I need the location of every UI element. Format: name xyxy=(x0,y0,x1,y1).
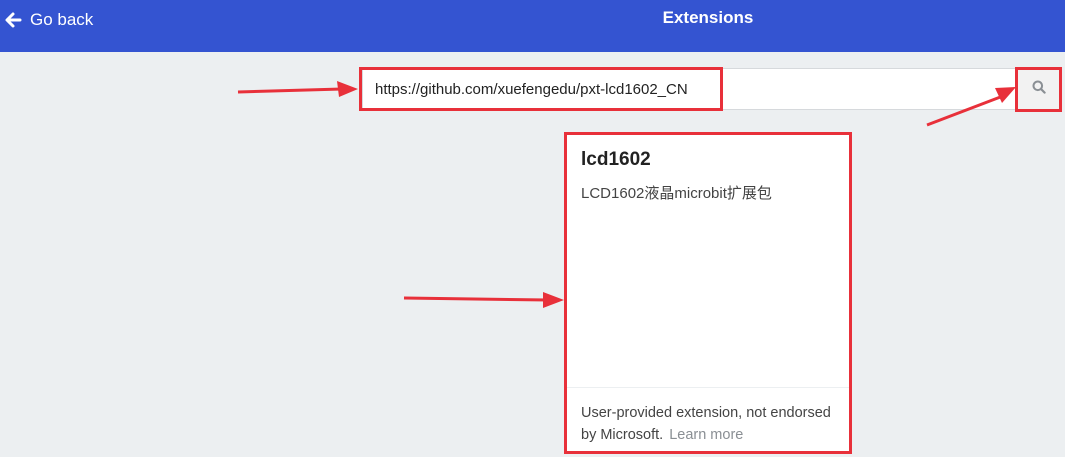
extension-description: LCD1602液晶microbit扩展包 xyxy=(581,185,772,202)
extension-footer: User-provided extension, not endorsed by… xyxy=(567,387,849,452)
go-back-button[interactable]: Go back xyxy=(4,8,93,32)
extension-name: lcd1602 xyxy=(581,149,651,170)
arrow-to-search-input xyxy=(237,81,358,97)
page-title: Extensions xyxy=(662,8,754,27)
search-button[interactable] xyxy=(1017,69,1059,109)
go-back-label: Go back xyxy=(30,10,94,29)
arrow-to-extension-card xyxy=(403,292,564,308)
extension-card[interactable]: lcd1602 LCD1602液晶microbit扩展包 User-provid… xyxy=(567,135,849,452)
search-input[interactable] xyxy=(363,69,1017,109)
arrow-left-icon xyxy=(4,11,22,29)
top-bar: Go back Extensions xyxy=(0,0,1065,52)
search-bar xyxy=(362,68,1060,110)
learn-more-link[interactable]: Learn more xyxy=(669,427,743,443)
search-icon xyxy=(1032,80,1046,99)
